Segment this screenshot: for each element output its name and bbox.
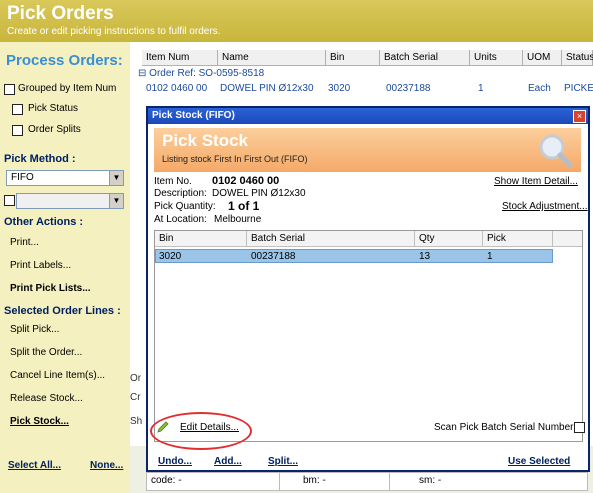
side-label-or: Or xyxy=(130,373,142,384)
order-splits-checkbox[interactable] xyxy=(12,125,23,136)
cancel-line-link[interactable]: Cancel Line Item(s)... xyxy=(10,370,105,381)
order-ref: Order Ref: SO-0595-8518 xyxy=(149,68,265,79)
banner-subtitle: Listing stock First In First Out (FIFO) xyxy=(162,154,308,164)
status-bm: bm: - xyxy=(303,475,326,486)
left-panel: Process Orders: Grouped by Item Num Pick… xyxy=(0,42,130,493)
cell-batch-serial: 00237188 xyxy=(251,251,296,262)
col-pick[interactable]: Pick xyxy=(483,231,553,247)
desc-value: DOWEL PIN Ø12x30 xyxy=(212,188,306,199)
dialog-banner: Pick Stock Listing stock First In First … xyxy=(154,128,581,172)
magnifier-icon xyxy=(539,134,573,168)
page-title: Pick Orders xyxy=(7,3,114,24)
status-divider xyxy=(389,473,390,490)
dialog-title: Pick Stock (FIFO) xyxy=(148,108,588,124)
pick-stock-dialog: Pick Stock (FIFO) × Pick Stock Listing s… xyxy=(146,106,590,472)
cell-bin: 3020 xyxy=(159,251,182,262)
cell-units: 1 xyxy=(478,83,484,94)
pick-method-select[interactable]: FIFO ▼ xyxy=(6,170,124,186)
show-item-detail-link[interactable]: Show Item Detail... xyxy=(494,176,578,187)
scan-checkbox[interactable] xyxy=(574,422,585,433)
split-order-link[interactable]: Split the Order... xyxy=(10,347,82,358)
cell-uom: Each xyxy=(528,83,551,94)
col-batch-serial[interactable]: Batch Serial xyxy=(380,50,470,66)
desc-label: Description: xyxy=(154,188,207,199)
cell-pick: 1 xyxy=(487,251,493,262)
grouped-label: Grouped by Item Num xyxy=(18,83,117,94)
status-bar: code: - bm: - sm: - xyxy=(146,472,588,491)
col-batch-serial[interactable]: Batch Serial xyxy=(247,231,415,247)
print-pick-lists-link[interactable]: Print Pick Lists... xyxy=(10,283,91,294)
col-item-num[interactable]: Item Num xyxy=(142,50,218,66)
status-code: code: - xyxy=(151,475,182,486)
cell-name: DOWEL PIN Ø12x30 xyxy=(220,83,314,94)
print-link[interactable]: Print... xyxy=(10,237,39,248)
chevron-down-icon: ▼ xyxy=(109,171,123,185)
scan-label: Scan Pick Batch Serial Number xyxy=(434,422,574,433)
split-button[interactable]: Split... xyxy=(268,456,298,467)
col-spacer xyxy=(553,231,582,247)
loc-value: Melbourne xyxy=(214,214,262,225)
pick-status-label: Pick Status xyxy=(28,103,79,114)
print-labels-link[interactable]: Print Labels... xyxy=(10,260,71,271)
cell-status: PICKE xyxy=(564,83,593,94)
banner-title: Pick Stock xyxy=(162,131,248,150)
pick-stock-link[interactable]: Pick Stock... xyxy=(10,416,69,427)
use-selected-button[interactable]: Use Selected xyxy=(508,456,570,467)
side-label-cr: Cr xyxy=(130,392,141,403)
item-no-value: 0102 0460 00 xyxy=(212,175,280,187)
select-all-link[interactable]: Select All... xyxy=(8,460,61,471)
undo-button[interactable]: Undo... xyxy=(158,456,192,467)
cell-bin: 3020 xyxy=(328,83,351,94)
secondary-checkbox[interactable] xyxy=(4,195,15,206)
col-status[interactable]: Status xyxy=(562,50,593,66)
col-uom[interactable]: UOM xyxy=(523,50,562,66)
order-splits-label: Order Splits xyxy=(28,124,81,135)
stock-adjustment-link[interactable]: Stock Adjustment... xyxy=(502,201,588,212)
status-divider xyxy=(279,473,280,490)
pick-method-label: Pick Method : xyxy=(4,153,76,165)
table-row[interactable]: 3020 00237188 13 1 xyxy=(155,249,553,263)
col-bin[interactable]: Bin xyxy=(326,50,380,66)
close-icon[interactable]: × xyxy=(573,110,586,123)
chevron-down-icon: ▼ xyxy=(109,194,123,208)
stock-table: Bin Batch Serial Qty Pick 3020 00237188 … xyxy=(154,230,583,442)
grouped-checkbox[interactable] xyxy=(4,84,15,95)
pencil-icon xyxy=(157,421,169,433)
qty-value: 1 of 1 xyxy=(228,199,260,213)
other-actions-label: Other Actions : xyxy=(4,216,84,228)
col-units[interactable]: Units xyxy=(470,50,523,66)
pick-status-checkbox[interactable] xyxy=(12,104,23,115)
page-subtitle: Create or edit picking instructions to f… xyxy=(7,26,221,37)
loc-label: At Location: xyxy=(154,214,207,225)
selected-lines-label: Selected Order Lines : xyxy=(4,305,121,317)
split-pick-link[interactable]: Split Pick... xyxy=(10,324,59,335)
item-no-label: Item No. xyxy=(154,176,192,187)
cell-item-num: 0102 0460 00 xyxy=(146,83,208,94)
page-header: Pick Orders Create or edit picking instr… xyxy=(0,0,593,42)
side-label-sh: Sh xyxy=(130,416,143,427)
pick-method-value: FIFO xyxy=(11,172,34,183)
order-ref-row[interactable]: ⊟ Order Ref: SO-0595-8518 xyxy=(138,68,264,79)
secondary-select[interactable]: ▼ xyxy=(16,193,124,209)
table-row[interactable]: 0102 0460 00 DOWEL PIN Ø12x30 3020 00237… xyxy=(142,83,593,96)
qty-label: Pick Quantity: xyxy=(154,201,216,212)
add-button[interactable]: Add... xyxy=(214,456,242,467)
edit-details-link[interactable]: Edit Details... xyxy=(180,422,239,433)
cell-batch-serial: 00237188 xyxy=(386,83,431,94)
none-link[interactable]: None... xyxy=(90,460,123,471)
process-orders-title: Process Orders: xyxy=(6,52,123,69)
col-qty[interactable]: Qty xyxy=(415,231,483,247)
release-stock-link[interactable]: Release Stock... xyxy=(10,393,83,404)
col-name[interactable]: Name xyxy=(218,50,326,66)
status-sm: sm: - xyxy=(419,475,442,486)
cell-qty: 13 xyxy=(419,251,431,262)
col-bin[interactable]: Bin xyxy=(155,231,247,247)
